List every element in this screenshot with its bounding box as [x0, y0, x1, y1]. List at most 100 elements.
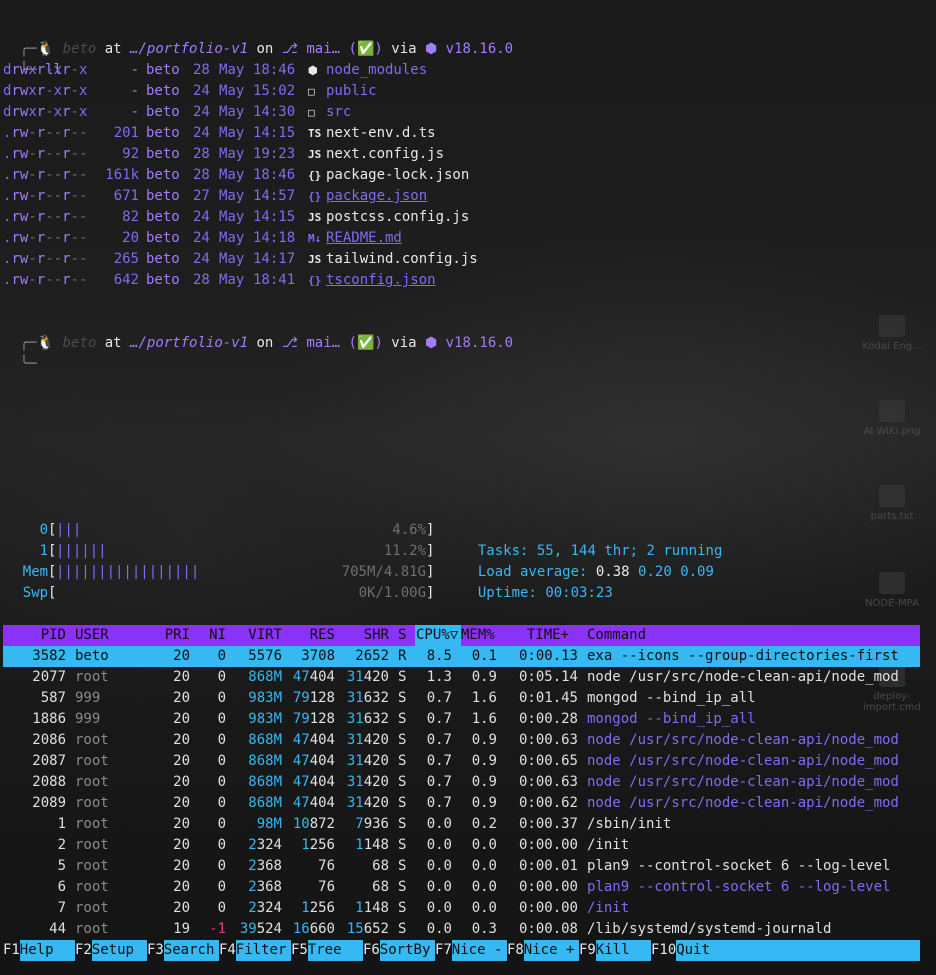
prompt-input-line[interactable]: ╰─ — [3, 333, 37, 372]
prompt-on: on — [256, 335, 274, 351]
file-month: May — [219, 272, 245, 288]
file-time: 18:46 — [253, 62, 296, 78]
file-permissions: .rw-r--r-- — [3, 146, 88, 162]
desktop-icon-4[interactable]: NODE-MPA — [862, 572, 922, 609]
fkey-number: F3 — [147, 942, 164, 958]
process-time: 0:00.37 — [518, 816, 578, 832]
file-type-icon: JS — [308, 253, 322, 266]
fkey-quit-button[interactable] — [676, 940, 920, 961]
file-month: May — [219, 209, 245, 225]
file-day: 28 — [193, 167, 210, 183]
fkey-number: F8 — [507, 942, 524, 958]
file-name[interactable]: postcss.config.js — [326, 207, 469, 228]
file-name[interactable]: tailwind.config.js — [326, 249, 478, 270]
meter-label: 1 — [39, 543, 49, 559]
file-type-icon: □ — [308, 85, 315, 98]
file-time: 14:18 — [253, 230, 296, 246]
file-permissions: .rw-r--r-- — [3, 188, 88, 204]
process-time: 0:00.63 — [518, 774, 578, 790]
column-header-command[interactable]: Command — [587, 625, 646, 646]
prompt-branch: mai… — [306, 41, 341, 57]
file-type-icon: TS — [308, 127, 322, 140]
meter-close-bracket: ] — [426, 543, 435, 559]
fkey-number: F4 — [219, 942, 236, 958]
file-owner: beto — [146, 167, 180, 183]
process-time: 0:00.63 — [518, 732, 578, 748]
file-size: - — [130, 104, 139, 120]
file-type-icon: ⬢ — [308, 64, 318, 77]
prompt-user: beto — [62, 41, 97, 57]
file-time: 14:57 — [253, 188, 296, 204]
prompt-git-status: (✅) — [348, 41, 383, 57]
fkey-number: F7 — [435, 942, 452, 958]
fkey-number: F10 — [651, 942, 677, 958]
process-cmd: node /usr/src/node-clean-api/node_mod — [587, 795, 899, 811]
file-owner: beto — [146, 209, 180, 225]
file-name[interactable]: next-env.d.ts — [326, 123, 436, 144]
file-type-icon: JS — [308, 211, 322, 224]
process-time: 0:01.45 — [518, 690, 578, 706]
file-name[interactable]: README.md — [326, 228, 402, 249]
linux-logo-icon: 🐧 — [36, 335, 55, 351]
file-owner: beto — [146, 188, 180, 204]
fkey-number: F9 — [579, 942, 596, 958]
desktop-icon-3[interactable]: parts.txt — [862, 485, 922, 522]
prompt-corner: ╰─ — [19, 356, 37, 372]
file-name[interactable]: node_modules — [326, 60, 427, 81]
git-branch-icon: ⎇ — [281, 335, 298, 351]
fkey-label: Nice + — [523, 942, 575, 958]
file-size: 92 — [122, 146, 139, 162]
git-branch-icon: ⎇ — [281, 41, 298, 57]
folder-icon — [879, 572, 905, 594]
file-size: 265 — [113, 251, 139, 267]
process-time: 0:00.62 — [518, 795, 578, 811]
file-size: 82 — [122, 209, 139, 225]
file-type-icon: {} — [308, 274, 322, 287]
file-month: May — [219, 83, 245, 99]
desktop-icon-label: Kodai Eng... — [862, 341, 922, 352]
column-header-time[interactable]: TIME+ — [369, 625, 569, 646]
file-name[interactable]: src — [326, 102, 351, 123]
file-name[interactable]: package.json — [326, 186, 427, 207]
process-time: 0:00.13 — [518, 648, 578, 664]
process-cmd: mongod --bind_ip_all — [587, 711, 756, 727]
desktop-icon-label: deploy-import.cmd — [863, 691, 921, 713]
desktop-icon-1[interactable]: Kodai Eng... — [862, 315, 922, 352]
file-owner: beto — [146, 146, 180, 162]
prompt-branch: mai… — [306, 335, 341, 351]
process-cmd: /sbin/init — [587, 816, 672, 832]
file-time: 14:15 — [253, 125, 296, 141]
fkey-label: Filter — [235, 942, 287, 958]
file-name[interactable]: public — [326, 81, 377, 102]
file-name[interactable]: tsconfig.json — [326, 270, 436, 291]
process-cmd: node /usr/src/node-clean-api/node_mod — [587, 669, 899, 685]
prompt-path: …/portfolio-v1 — [130, 41, 249, 57]
process-cmd: plan9 --control-socket 6 --log-level — [587, 858, 891, 874]
fkey-number: F2 — [75, 942, 92, 958]
file-size: 161k — [105, 167, 139, 183]
file-day: 28 — [193, 62, 210, 78]
fkey-number: F5 — [291, 942, 308, 958]
file-month: May — [219, 62, 245, 78]
file-permissions: .rw-r--r-- — [3, 230, 88, 246]
column-header-shr[interactable]: SHR — [189, 625, 389, 646]
meter-value: 0K/1.00G — [358, 585, 426, 601]
file-owner: beto — [146, 62, 180, 78]
process-cmd: /lib/systemd/systemd-journald — [587, 921, 832, 937]
prompt-git-status: (✅) — [348, 335, 383, 351]
process-cmd: plan9 --control-socket 6 --log-level — [587, 879, 891, 895]
file-permissions: drwxr-xr-x — [3, 104, 88, 120]
desktop-icon-2[interactable]: AI WiKi.png — [862, 400, 922, 437]
process-time: 0:00.65 — [518, 753, 578, 769]
file-type-icon: JS — [308, 148, 322, 161]
file-time: 18:41 — [253, 272, 296, 288]
file-name[interactable]: package-lock.json — [326, 165, 469, 186]
process-time: 0:00.28 — [518, 711, 578, 727]
prompt-via: via — [391, 41, 417, 57]
file-name[interactable]: next.config.js — [326, 144, 444, 165]
file-month: May — [219, 230, 245, 246]
file-day: 24 — [193, 251, 210, 267]
file-size: - — [130, 62, 139, 78]
meter-close-bracket: ] — [426, 585, 435, 601]
file-time: 14:17 — [253, 251, 296, 267]
